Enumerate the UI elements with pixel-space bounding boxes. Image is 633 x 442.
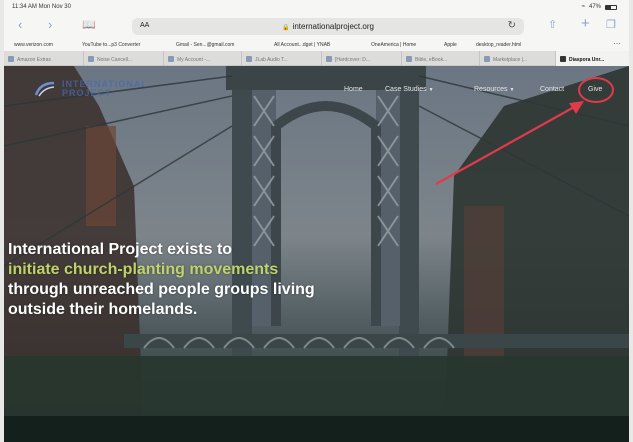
battery-percent: 47% xyxy=(588,4,601,10)
share-icon[interactable]: ⇧ xyxy=(548,18,557,31)
back-icon[interactable]: ‹ xyxy=(18,17,22,32)
battery-icon xyxy=(605,4,617,10)
tab[interactable]: Amazon Extras xyxy=(4,51,84,66)
favicon-icon xyxy=(406,56,412,62)
webpage: INTERNATIONAL PROJECT Home Case Studies ▼… xyxy=(4,66,629,442)
favorite-link[interactable]: OneAmerica | Home xyxy=(371,42,416,48)
globe-swoosh-icon xyxy=(34,81,55,97)
new-tab-icon[interactable]: + xyxy=(581,15,590,32)
hero-line-1: International Project exists to xyxy=(8,241,233,258)
favorite-link[interactable]: desktop_reader.html xyxy=(476,42,521,48)
forward-icon[interactable]: › xyxy=(48,17,52,32)
reload-icon[interactable]: ↻ xyxy=(508,20,516,31)
lock-icon: 🔒 xyxy=(282,25,290,31)
tablet-screen: 11:34 AM Mon Nov 30 ≈ 47% ‹ › 📖 AA 🔒 inte… xyxy=(4,0,629,442)
tab-bar: Amazon Extras Noise Cancell... My Accoun… xyxy=(4,51,629,66)
favicon-icon xyxy=(560,56,566,62)
address-bar[interactable]: AA 🔒 internationalproject.org ↻ xyxy=(132,18,524,35)
bookmarks-icon[interactable]: 📖 xyxy=(82,18,96,31)
url-text: internationalproject.org xyxy=(292,22,374,31)
hero-line-4: outside their homelands. xyxy=(8,301,198,318)
nav-case-studies[interactable]: Case Studies ▼ xyxy=(385,86,434,93)
favicon-icon xyxy=(8,56,14,62)
favicon-icon xyxy=(246,56,252,62)
favorite-link[interactable]: All Account...dget | YNAB xyxy=(274,42,330,48)
hero-statement: International Project exists to initiate… xyxy=(8,240,388,320)
hero-line-3: through unreached people groups living xyxy=(8,281,315,298)
favicon-icon xyxy=(326,56,332,62)
tab[interactable]: [Hardcover: D... xyxy=(322,51,402,66)
status-time-date: 11:34 AM Mon Nov 30 xyxy=(12,4,71,10)
nav-resources[interactable]: Resources ▼ xyxy=(474,86,514,93)
logo-line-2: PROJECT xyxy=(62,88,112,98)
favorite-link[interactable]: Gmail - Sen...@gmail.com xyxy=(176,42,234,48)
tabs-overview-icon[interactable]: ❐ xyxy=(606,18,616,31)
favicon-icon xyxy=(168,56,174,62)
favicon-icon xyxy=(88,56,94,62)
hero-line-2-highlight: initiate church-planting movements xyxy=(8,261,279,278)
caret-down-icon: ▼ xyxy=(509,87,515,93)
tab[interactable]: Marketplace |... xyxy=(480,51,556,66)
tab-active[interactable]: Diaspora Unr... xyxy=(556,51,629,66)
favicon-icon xyxy=(484,56,490,62)
favorite-link[interactable]: Apple xyxy=(444,42,457,48)
status-bar: 11:34 AM Mon Nov 30 ≈ 47% xyxy=(4,0,629,14)
caret-down-icon: ▼ xyxy=(428,87,434,93)
tab[interactable]: My Account -... xyxy=(164,51,242,66)
browser-toolbar: ‹ › 📖 AA 🔒 internationalproject.org ↻ ⇧ +… xyxy=(4,14,629,38)
favorite-link[interactable]: YouTube to...p3 Converter xyxy=(82,42,140,48)
tab[interactable]: Bible, eBook... xyxy=(402,51,480,66)
site-logo[interactable]: INTERNATIONAL PROJECT xyxy=(34,80,148,98)
tab[interactable]: JLab Audio T... xyxy=(242,51,322,66)
more-icon[interactable]: ⋯ xyxy=(613,39,621,48)
nav-home[interactable]: Home xyxy=(344,86,363,93)
tab[interactable]: Noise Cancell... xyxy=(84,51,164,66)
favorite-link[interactable]: www.verizon.com xyxy=(14,42,53,48)
favorites-bar: www.verizon.com YouTube to...p3 Converte… xyxy=(4,38,629,51)
nav-contact[interactable]: Contact xyxy=(540,86,564,93)
wifi-icon: ≈ xyxy=(581,4,585,10)
annotation-circle xyxy=(578,77,614,103)
